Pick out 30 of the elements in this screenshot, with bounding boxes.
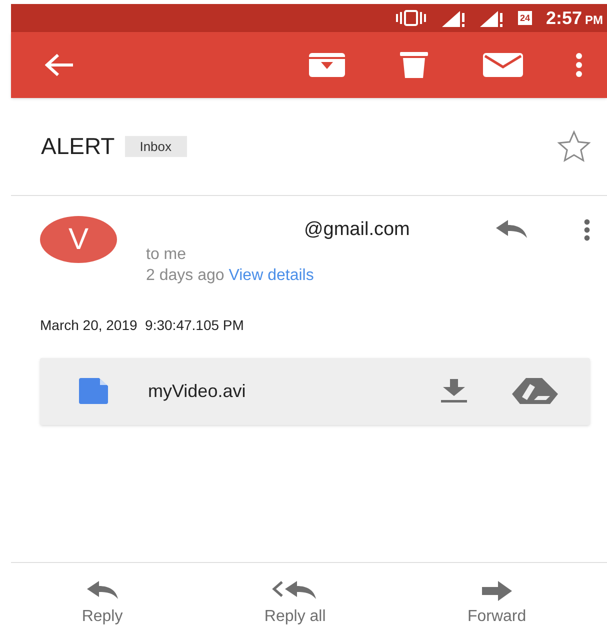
message-body: March 20, 2019 9:30:47.105 PM (40, 316, 245, 334)
forward-icon (482, 581, 512, 601)
trash-icon[interactable] (400, 52, 428, 78)
action-button[interactable]: Reply all (260, 581, 330, 628)
signal-icon (480, 9, 504, 27)
message-age: 2 days ago (146, 266, 224, 284)
attachment-filename: myVideo.avi (148, 380, 246, 403)
action-button[interactable]: Reply (78, 581, 127, 628)
recipient: to me (146, 244, 188, 264)
view-details-link[interactable]: View details (228, 266, 314, 284)
back-icon[interactable] (45, 53, 75, 77)
more-icon[interactable] (583, 219, 591, 242)
action-button[interactable]: Forward (463, 581, 530, 628)
signal-icon (442, 9, 466, 27)
mail-icon[interactable] (483, 53, 523, 77)
download-icon[interactable] (440, 379, 468, 403)
calendar-day: 24 (518, 11, 532, 25)
attachment-card[interactable]: myVideo.avi (40, 358, 590, 424)
more-icon[interactable] (575, 53, 583, 77)
file-icon (79, 378, 110, 404)
archive-icon[interactable] (309, 53, 345, 77)
avatar: V (40, 216, 117, 263)
sender-address: @gmail.com (304, 218, 410, 242)
vibrate-icon (394, 10, 428, 26)
subject: ALERT (41, 132, 115, 162)
star-icon[interactable] (555, 128, 593, 164)
reply-icon (85, 581, 120, 601)
reply-all-icon (272, 581, 318, 601)
clock: 2:57 PM (546, 6, 603, 30)
inbox-label[interactable]: Inbox (124, 136, 187, 158)
